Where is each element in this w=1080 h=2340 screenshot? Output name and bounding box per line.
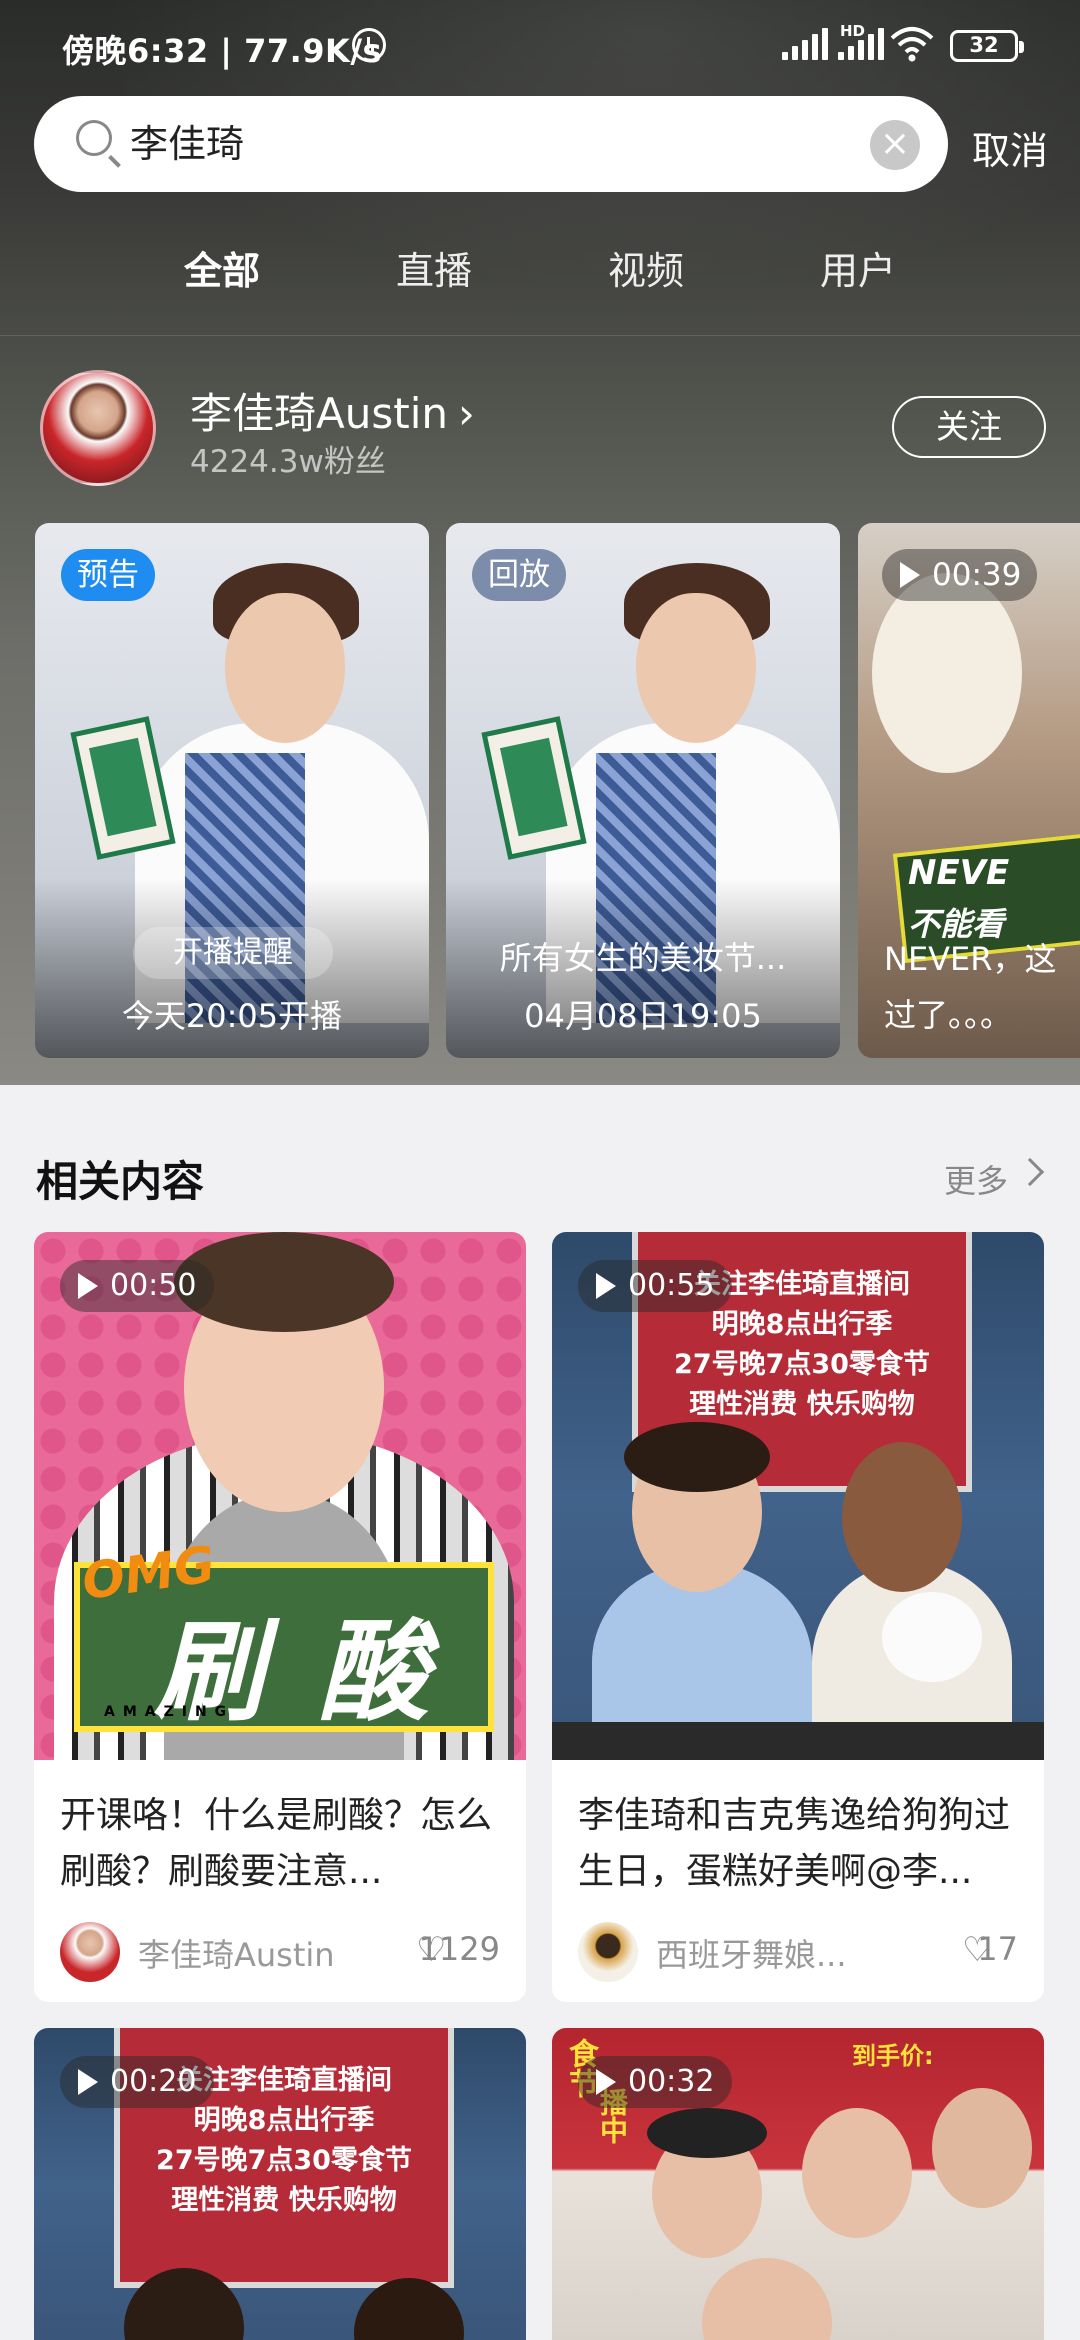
chevron-right-icon bbox=[1015, 1157, 1045, 1187]
signal-icon bbox=[782, 28, 828, 60]
thumb-text: NEVE bbox=[908, 853, 1010, 893]
wifi-icon bbox=[890, 27, 934, 62]
play-icon bbox=[78, 2069, 98, 2095]
thumb-text: 27号晚7点30零食节 bbox=[156, 2145, 412, 2176]
video-thumbnail[interactable]: 关注李佳琦直播间 明晚8点出行季 27号晚7点30零食节 理性消费 快乐购物 0… bbox=[552, 1232, 1044, 1760]
thumb-text: 理性消费 快乐购物 bbox=[689, 1389, 915, 1420]
thumb-figure bbox=[842, 1442, 962, 1592]
duration-badge: 00:39 bbox=[882, 549, 1038, 601]
video-card[interactable]: 食节 播中 到手价: 00:32 bbox=[552, 2028, 1044, 2340]
video-card[interactable]: 关注李佳琦直播间 明晚8点出行季 27号晚7点30零食节 理性消费 快乐购物 0… bbox=[34, 2028, 526, 2340]
search-icon bbox=[76, 120, 112, 156]
search-input[interactable]: 李佳琦 bbox=[130, 116, 244, 172]
video-thumbnail[interactable]: OMG 刷 酸 AMAZING 00:50 bbox=[34, 1232, 526, 1760]
thumb-book bbox=[481, 716, 587, 860]
status-time: 傍晚6:32 | 77.9K/s bbox=[62, 32, 383, 70]
search-bar[interactable]: 李佳琦 × bbox=[34, 96, 948, 192]
replay-badge: 回放 bbox=[472, 549, 566, 601]
play-icon bbox=[596, 1273, 616, 1299]
play-icon bbox=[596, 2069, 616, 2095]
duration-badge: 00:20 bbox=[60, 2056, 215, 2108]
thumb-book bbox=[70, 716, 176, 860]
live-card-title: NEVER，这 过了。。。 bbox=[884, 940, 1057, 1034]
signal-icon-2 bbox=[838, 28, 884, 60]
video-title: 开课咯！什么是刷酸？怎么刷酸？刷酸要注意... bbox=[60, 1795, 493, 1892]
search-tabs: 全部 直播 视频 用户 bbox=[0, 240, 1080, 310]
preview-badge: 预告 bbox=[61, 549, 155, 601]
duration-badge: 00:32 bbox=[578, 2056, 733, 2108]
duration-badge: 00:55 bbox=[578, 1260, 733, 1312]
video-thumbnail[interactable]: 食节 播中 到手价: 00:32 bbox=[552, 2028, 1044, 2340]
follow-button[interactable]: 关注 bbox=[892, 396, 1046, 458]
section-title: 相关内容 bbox=[36, 1157, 205, 1206]
thumb-desk bbox=[552, 1722, 1044, 1760]
battery-icon: 32 bbox=[950, 30, 1024, 62]
like-count: 1129 bbox=[418, 1930, 500, 1968]
thumb-text: 到手价: bbox=[852, 2042, 934, 2070]
video-thumbnail[interactable]: 关注李佳琦直播间 明晚8点出行季 27号晚7点30零食节 理性消费 快乐购物 0… bbox=[34, 2028, 526, 2340]
author-name[interactable]: 西班牙舞娘... bbox=[656, 1930, 847, 1976]
video-title: 李佳琦和吉克隽逸给狗狗过生日，蛋糕好美啊@李... bbox=[578, 1795, 1011, 1892]
chevron-right-icon: › bbox=[458, 389, 475, 438]
profile-fans: 4224.3w粉丝 bbox=[190, 444, 386, 480]
status-bar: 傍晚6:32 | 77.9K/s HD 32 bbox=[0, 0, 1080, 95]
thumb-figure bbox=[647, 2108, 767, 2158]
divider bbox=[0, 335, 1080, 336]
live-card-title: 所有女生的美妆节... bbox=[499, 939, 787, 977]
video-card[interactable]: OMG 刷 酸 AMAZING 00:50 开课咯！什么是刷酸？怎么刷酸？刷酸要… bbox=[34, 1232, 526, 2002]
live-card-title: 今天20:05开播 bbox=[121, 997, 343, 1035]
author-avatar[interactable] bbox=[60, 1922, 120, 1982]
thumb-figure bbox=[702, 2258, 832, 2340]
play-icon bbox=[78, 1273, 98, 1299]
more-link[interactable]: 更多 bbox=[944, 1156, 1008, 1202]
thumb-figure bbox=[624, 1422, 770, 1492]
thumb-dog bbox=[882, 1592, 982, 1682]
author-avatar[interactable] bbox=[578, 1922, 638, 1982]
tab-video[interactable]: 视频 bbox=[608, 240, 684, 295]
thumb-figure bbox=[802, 2108, 912, 2238]
tab-user[interactable]: 用户 bbox=[820, 240, 896, 295]
avatar[interactable] bbox=[40, 370, 156, 486]
live-card-time: 04月08日19:05 bbox=[524, 997, 762, 1035]
video-meta: 西班牙舞娘... ♡ 17 bbox=[578, 1922, 1018, 1982]
like-count: 17 bbox=[977, 1930, 1018, 1968]
tab-live[interactable]: 直播 bbox=[396, 240, 472, 295]
video-card[interactable]: 关注李佳琦直播间 明晚8点出行季 27号晚7点30零食节 理性消费 快乐购物 0… bbox=[552, 1232, 1044, 2002]
clear-icon[interactable]: × bbox=[870, 120, 920, 170]
thumb-subtext: AMAZING bbox=[104, 1704, 235, 1720]
play-icon bbox=[900, 562, 920, 588]
cancel-button[interactable]: 取消 bbox=[972, 120, 1048, 175]
thumb-figure bbox=[932, 2088, 1032, 2208]
live-card-replay[interactable]: 回放 所有女生的美妆节... 04月08日19:05 bbox=[446, 523, 840, 1058]
live-card-video[interactable]: NEVE 不能看 00:39 NEVER，这 过了。。。 bbox=[858, 523, 1080, 1058]
live-card-preview[interactable]: 预告 开播提醒 今天20:05开播 bbox=[35, 523, 429, 1058]
search-header-background: 傍晚6:32 | 77.9K/s HD 32 李佳琦 × 取消 全部 直播 视频… bbox=[0, 0, 1080, 1085]
profile-name: 李佳琦Austin bbox=[190, 389, 448, 438]
thumb-figure bbox=[225, 593, 345, 743]
profile-name-link[interactable]: 李佳琦Austin › bbox=[190, 380, 475, 441]
tab-all[interactable]: 全部 bbox=[184, 240, 260, 295]
alarm-icon bbox=[352, 28, 386, 62]
remind-button[interactable]: 开播提醒 bbox=[133, 927, 333, 979]
thumb-figure bbox=[636, 593, 756, 743]
author-name[interactable]: 李佳琦Austin bbox=[138, 1930, 335, 1976]
duration-badge: 00:50 bbox=[60, 1260, 215, 1312]
thumb-text: 理性消费 快乐购物 bbox=[171, 2185, 397, 2216]
video-meta: 李佳琦Austin ♡ 1129 bbox=[60, 1922, 500, 1982]
thumb-dog bbox=[872, 573, 1022, 773]
thumb-text: 27号晚7点30零食节 bbox=[674, 1349, 930, 1380]
